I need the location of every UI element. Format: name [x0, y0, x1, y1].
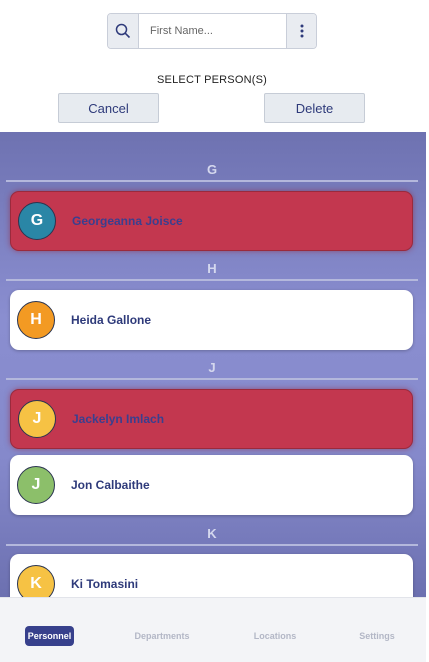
bottom-nav: Personnel Departments Locations Settings	[0, 597, 426, 662]
section-header-k: K	[6, 526, 418, 546]
person-card[interactable]: H Heida Gallone	[10, 290, 413, 350]
person-name: Jon Calbaithe	[71, 478, 150, 492]
nav-tab-personnel[interactable]: Personnel	[25, 626, 74, 646]
section-header-j: J	[6, 360, 418, 380]
search-group	[107, 13, 317, 49]
delete-button[interactable]: Delete	[264, 93, 365, 123]
section-divider	[6, 378, 418, 380]
section-letter: K	[207, 526, 217, 541]
search-input[interactable]	[139, 14, 286, 48]
person-card[interactable]: K Ki Tomasini	[10, 554, 413, 597]
avatar: J	[18, 400, 56, 438]
person-name: Jackelyn Imlach	[72, 412, 165, 426]
section-header-h: H	[6, 261, 418, 281]
avatar-initial: J	[32, 410, 42, 427]
cancel-button[interactable]: Cancel	[58, 93, 159, 123]
avatar-initial: H	[30, 311, 42, 328]
avatar: J	[17, 466, 55, 504]
select-title: SELECT PERSON(S)	[157, 74, 267, 86]
avatar-initial: J	[31, 476, 41, 493]
nav-tab-locations[interactable]: Locations	[246, 626, 304, 646]
top-bar: SELECT PERSON(S) Cancel Delete	[0, 0, 429, 132]
person-name: Heida Gallone	[71, 313, 152, 327]
section-letter: J	[208, 360, 216, 375]
section-divider	[6, 544, 418, 546]
nav-tab-departments[interactable]: Departments	[126, 626, 198, 646]
nav-tab-settings[interactable]: Settings	[352, 626, 402, 646]
avatar-initial: G	[30, 212, 44, 229]
section-letter: H	[207, 261, 217, 276]
section-divider	[6, 180, 418, 182]
person-card[interactable]: J Jon Calbaithe	[10, 455, 413, 515]
search-icon	[115, 23, 131, 39]
section-divider	[6, 279, 418, 281]
avatar: G	[18, 202, 56, 240]
vertical-dots-icon	[300, 24, 303, 38]
avatar: K	[17, 565, 55, 597]
person-name: Ki Tomasini	[71, 577, 139, 591]
search-button[interactable]	[108, 14, 139, 48]
person-card[interactable]: G Georgeanna Joisce	[10, 191, 413, 251]
section-header-g: G	[6, 162, 418, 182]
avatar: H	[17, 301, 55, 339]
person-card[interactable]: J Jackelyn Imlach	[10, 389, 413, 449]
person-name: Georgeanna Joisce	[72, 214, 183, 228]
more-options-button[interactable]	[286, 14, 316, 48]
section-letter: G	[206, 162, 218, 177]
person-list[interactable]: G G Georgeanna Joisce H H Heida Gallone …	[0, 132, 426, 597]
avatar-initial: K	[30, 575, 42, 592]
